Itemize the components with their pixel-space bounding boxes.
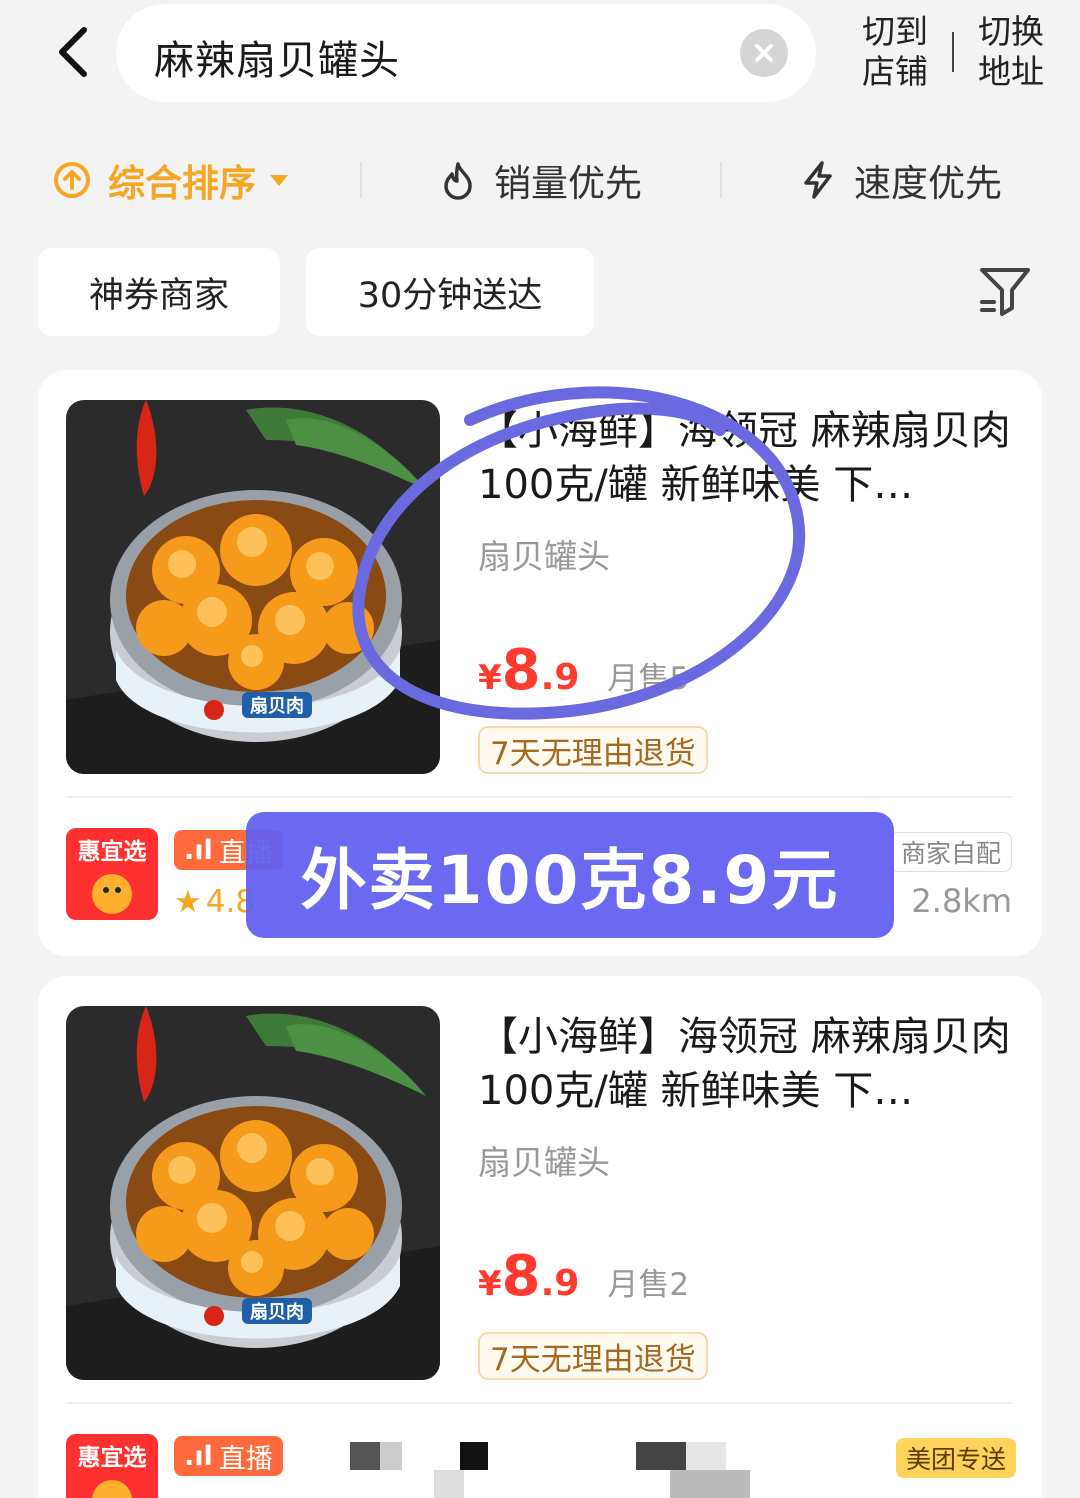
price-integer: 8 <box>501 1244 541 1309</box>
price-currency: ¥ <box>478 658 502 698</box>
switch-address-link[interactable]: 切换 地址 <box>976 12 1046 92</box>
live-badge[interactable]: .ıl 直播 <box>174 1436 283 1476</box>
caret-down-icon <box>270 174 288 186</box>
price-currency: ¥ <box>478 1264 502 1304</box>
price-integer: 8 <box>501 638 541 703</box>
price-row: ¥ 8 .9 月售2 <box>478 1244 689 1309</box>
sort-comprehensive[interactable]: 综合排序 <box>50 152 288 208</box>
sort-by-sales[interactable]: 销量优先 <box>436 152 642 208</box>
flame-icon <box>436 158 480 202</box>
signal-icon: .ıl <box>184 1440 213 1472</box>
divider <box>66 796 1012 798</box>
shop-logo[interactable]: 惠宜选 <box>66 828 158 920</box>
filter-chip-30min-delivery[interactable]: 30分钟送达 <box>306 248 594 336</box>
shop-logo[interactable]: 惠宜选 <box>66 1434 158 1498</box>
can-label: 扇贝肉 <box>250 695 304 716</box>
signal-icon: .ıl <box>184 834 213 866</box>
monthly-sales: 月售5 <box>607 661 690 697</box>
chevron-left-icon <box>59 27 87 77</box>
monthly-sales: 月售2 <box>607 1267 690 1303</box>
sort-divider <box>720 162 722 198</box>
shop-rating: ★ 4.8 <box>174 884 256 920</box>
return-policy-tag: 7天无理由退货 <box>478 1332 708 1380</box>
divider <box>66 1402 1012 1404</box>
can-label: 扇贝肉 <box>250 1301 304 1322</box>
search-query: 麻辣扇贝罐头 <box>154 38 400 84</box>
product-image[interactable]: 扇贝肉 <box>66 400 440 774</box>
product-title[interactable]: 【小海鲜】海领冠 麻辣扇贝肉100克/罐 新鲜味美 下… <box>478 1010 1018 1118</box>
star-icon: ★ <box>174 884 202 920</box>
sort-divider <box>360 162 362 198</box>
product-image[interactable]: 扇贝肉 <box>66 1006 440 1380</box>
clear-search-button[interactable] <box>740 29 788 77</box>
back-button[interactable] <box>42 22 102 82</box>
censored-area <box>340 1440 780 1498</box>
close-icon <box>755 44 773 62</box>
price-decimal: .9 <box>540 1263 580 1304</box>
filter-icon[interactable] <box>976 262 1036 322</box>
return-policy-tag: 7天无理由退货 <box>478 726 708 774</box>
top-bar: 麻辣扇贝罐头 切到 店铺 切换 地址 <box>0 0 1080 110</box>
sort-by-speed[interactable]: 速度优先 <box>796 152 1002 208</box>
price-row: ¥ 8 .9 月售5 <box>478 638 689 703</box>
product-subtitle: 扇贝罐头 <box>478 537 610 576</box>
filter-chip-coupon-merchants[interactable]: 神券商家 <box>38 248 280 336</box>
caption-overlay: 外卖100克8.9元 <box>246 812 894 938</box>
product-card[interactable]: 扇贝肉 【小海鲜】海领冠 麻辣扇贝肉100克/罐 新鲜味美 下… 扇贝罐头 ¥ … <box>38 976 1042 1498</box>
product-title[interactable]: 【小海鲜】海领冠 麻辣扇贝肉100克/罐 新鲜味美 下… <box>478 404 1018 512</box>
product-subtitle: 扇贝罐头 <box>478 1143 610 1182</box>
delivery-type-tag: 商家自配 <box>890 832 1013 872</box>
arrow-up-circle-icon <box>50 158 94 202</box>
price-decimal: .9 <box>540 657 580 698</box>
switch-to-shop-link[interactable]: 切到 店铺 <box>860 12 930 92</box>
header-divider <box>952 32 954 72</box>
delivery-type-tag: 美团专送 <box>896 1438 1017 1478</box>
search-input[interactable]: 麻辣扇贝罐头 <box>116 4 816 102</box>
lightning-icon <box>796 158 840 202</box>
sort-bar: 综合排序 销量优先 速度优先 <box>0 140 1080 220</box>
distance: 2.8km <box>911 882 1012 920</box>
